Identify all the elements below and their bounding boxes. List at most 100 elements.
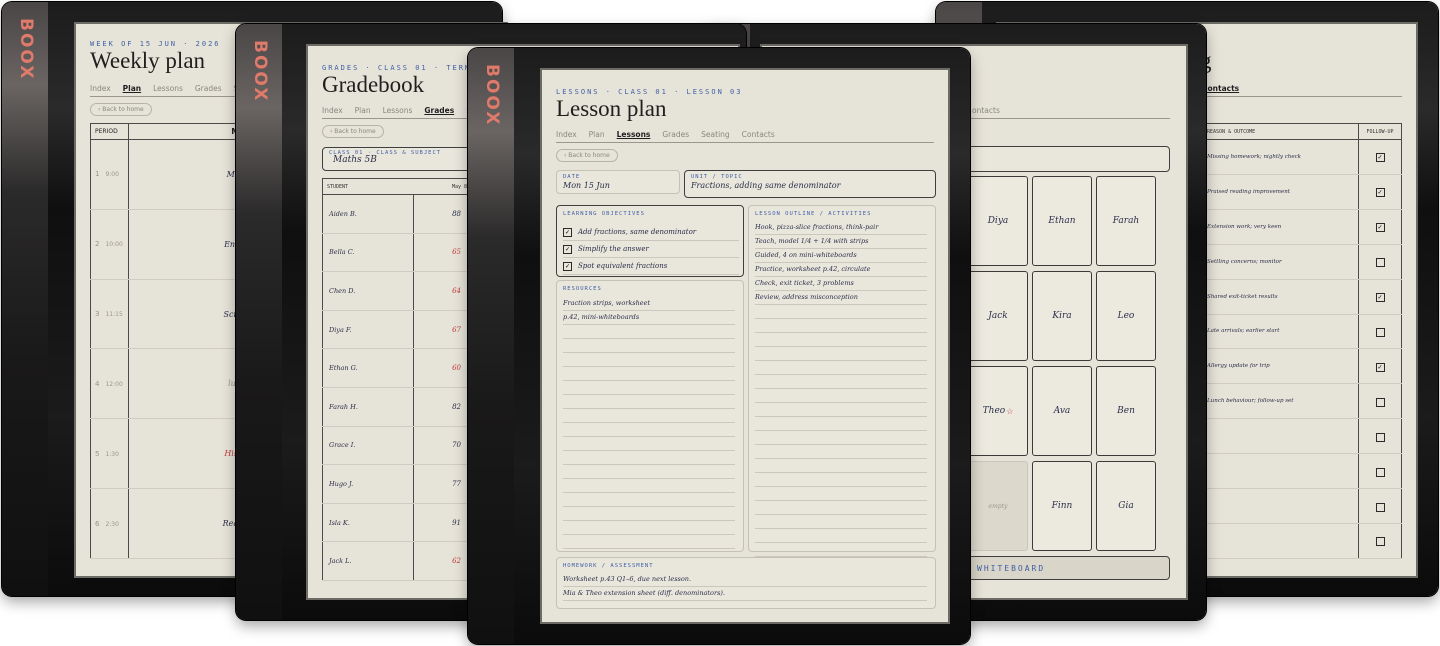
followup-cell[interactable] — [1358, 383, 1402, 420]
tab-plan[interactable]: Plan — [123, 84, 141, 93]
seat-card[interactable]: empty — [968, 461, 1028, 551]
homework-panel: HOMEWORK / ASSESSMENT Worksheet p.43 Q1–… — [556, 557, 936, 609]
objective-item[interactable]: ✓ Simplify the answer — [563, 241, 739, 258]
student-name: Jack L. — [322, 541, 414, 581]
outline-line — [755, 487, 927, 501]
followup-cell[interactable] — [1358, 453, 1402, 490]
tab-grades[interactable]: Grades — [662, 130, 689, 139]
grade-score[interactable]: 62 — [412, 541, 472, 581]
tab-grades[interactable]: Grades — [424, 106, 454, 115]
back-to-home-button[interactable]: ‹ Back to home — [322, 125, 384, 138]
boox-logo: BOOX — [250, 40, 270, 103]
seat-card[interactable]: Finn — [1032, 461, 1092, 551]
resource-line — [563, 493, 735, 507]
checkbox-checked[interactable]: ✓ — [563, 261, 572, 271]
grade-score[interactable]: 64 — [412, 271, 472, 311]
followup-cell[interactable] — [1358, 314, 1402, 350]
followup-cell[interactable]: ✓ — [1358, 279, 1402, 315]
checkbox-checked[interactable]: ✓ — [1375, 188, 1385, 198]
grade-score[interactable]: 67 — [412, 310, 472, 350]
class-subject-value: Maths 5B — [333, 155, 377, 165]
grade-score[interactable]: 82 — [412, 387, 472, 427]
grade-score[interactable]: 88 — [412, 194, 472, 234]
back-to-home-button[interactable]: ‹ Back to home — [90, 103, 152, 116]
tab-plan[interactable]: Plan — [355, 106, 371, 115]
table-row — [1202, 418, 1402, 455]
tab-divider — [556, 142, 934, 143]
tab-index[interactable]: Index — [322, 106, 343, 115]
seat-card[interactable]: Ethan — [1032, 176, 1092, 266]
followup-cell[interactable]: ✓ — [1358, 174, 1402, 210]
reason-cell: Lunch behaviour; follow-up set — [1202, 383, 1359, 420]
checkbox-checked[interactable]: ✓ — [1375, 153, 1385, 163]
checkbox-checked[interactable]: ✓ — [1375, 223, 1385, 233]
checkbox-unchecked[interactable] — [1375, 537, 1385, 547]
date-field[interactable]: DATE Mon 15 Jun — [556, 170, 680, 194]
followup-cell[interactable] — [1358, 418, 1402, 455]
followup-cell[interactable] — [1358, 488, 1402, 524]
back-to-home-button[interactable]: ‹ Back to home — [556, 149, 618, 162]
device-spine: BOOX — [236, 24, 282, 620]
checkbox-checked[interactable]: ✓ — [1375, 293, 1385, 303]
outline-lines: Hook, pizza-slice fractions, think-pair T… — [755, 221, 927, 557]
tab-contacts[interactable]: Contacts — [742, 130, 775, 139]
checkbox-checked[interactable]: ✓ — [1375, 362, 1385, 372]
outline-line — [755, 375, 927, 389]
seat-card[interactable]: Theo ☆ — [968, 366, 1028, 456]
seat-card[interactable]: Diya — [968, 176, 1028, 266]
followup-cell[interactable]: ✓ — [1358, 348, 1402, 385]
checkbox-unchecked[interactable] — [1375, 432, 1385, 442]
seat-card[interactable]: Jack — [968, 271, 1028, 361]
reason-cell: Shared exit-ticket results — [1202, 279, 1359, 315]
outline-line — [755, 389, 927, 403]
followup-cell[interactable] — [1358, 244, 1402, 280]
checkbox-unchecked[interactable] — [1375, 467, 1385, 477]
checkbox-unchecked[interactable] — [1375, 397, 1385, 407]
tab-contacts[interactable]: Contacts — [1202, 84, 1239, 93]
grade-score[interactable]: 60 — [412, 348, 472, 388]
period-time: 12:00 — [105, 380, 123, 388]
seat-card[interactable]: Gia — [1096, 461, 1156, 551]
followup-cell[interactable] — [1358, 523, 1402, 560]
checkbox-unchecked[interactable] — [1375, 502, 1385, 512]
grade-score[interactable]: 70 — [412, 426, 472, 466]
checkbox-unchecked[interactable] — [1375, 258, 1385, 268]
objective-item[interactable]: ✓ Add fractions, same denominator — [563, 224, 739, 241]
seat-card[interactable]: Ava — [1032, 366, 1092, 456]
checkbox-unchecked[interactable] — [1375, 327, 1385, 337]
grade-score[interactable]: 65 — [412, 233, 472, 273]
table-row: Shared exit-ticket results ✓ — [1202, 279, 1402, 315]
grade-score[interactable]: 77 — [412, 464, 472, 504]
tab-grades[interactable]: Grades — [195, 84, 222, 93]
seat-name: Gia — [1118, 501, 1134, 511]
seat-card[interactable]: Farah — [1096, 176, 1156, 266]
outline-line — [755, 319, 927, 333]
grade-score[interactable]: 91 — [412, 503, 472, 543]
table-row — [1202, 488, 1402, 524]
resource-line — [563, 339, 735, 353]
seat-card[interactable]: Leo — [1096, 271, 1156, 361]
objective-item[interactable]: ✓ Spot equivalent fractions — [563, 258, 739, 275]
table-row — [1202, 453, 1402, 490]
checkbox-checked[interactable]: ✓ — [563, 227, 572, 237]
tab-lessons[interactable]: Lessons — [617, 130, 651, 139]
tab-lessons[interactable]: Lessons — [383, 106, 413, 115]
tab-lessons[interactable]: Lessons — [153, 84, 183, 93]
topic-label: UNIT / TOPIC — [691, 174, 743, 180]
followup-cell[interactable]: ✓ — [1358, 209, 1402, 245]
seat-card[interactable]: Kira — [1032, 271, 1092, 361]
date-header: May 8 — [413, 178, 472, 195]
followup-cell[interactable]: ✓ — [1358, 139, 1402, 175]
date-value: Mon 15 Jun — [563, 181, 610, 190]
resources-label: RESOURCES — [563, 286, 602, 292]
topic-field[interactable]: UNIT / TOPIC Fractions, adding same deno… — [684, 170, 936, 198]
seat-card[interactable]: Ben — [1096, 366, 1156, 456]
tab-index[interactable]: Index — [556, 130, 577, 139]
student-header: STUDENT — [322, 178, 414, 195]
tab-seating[interactable]: Seating — [701, 130, 730, 139]
tab-plan[interactable]: Plan — [589, 130, 605, 139]
tab-contacts-fragment[interactable]: ontacts — [972, 106, 1000, 115]
reason-cell: Extension work; very keen — [1202, 209, 1359, 245]
tab-index[interactable]: Index — [90, 84, 111, 93]
checkbox-checked[interactable]: ✓ — [563, 244, 572, 254]
